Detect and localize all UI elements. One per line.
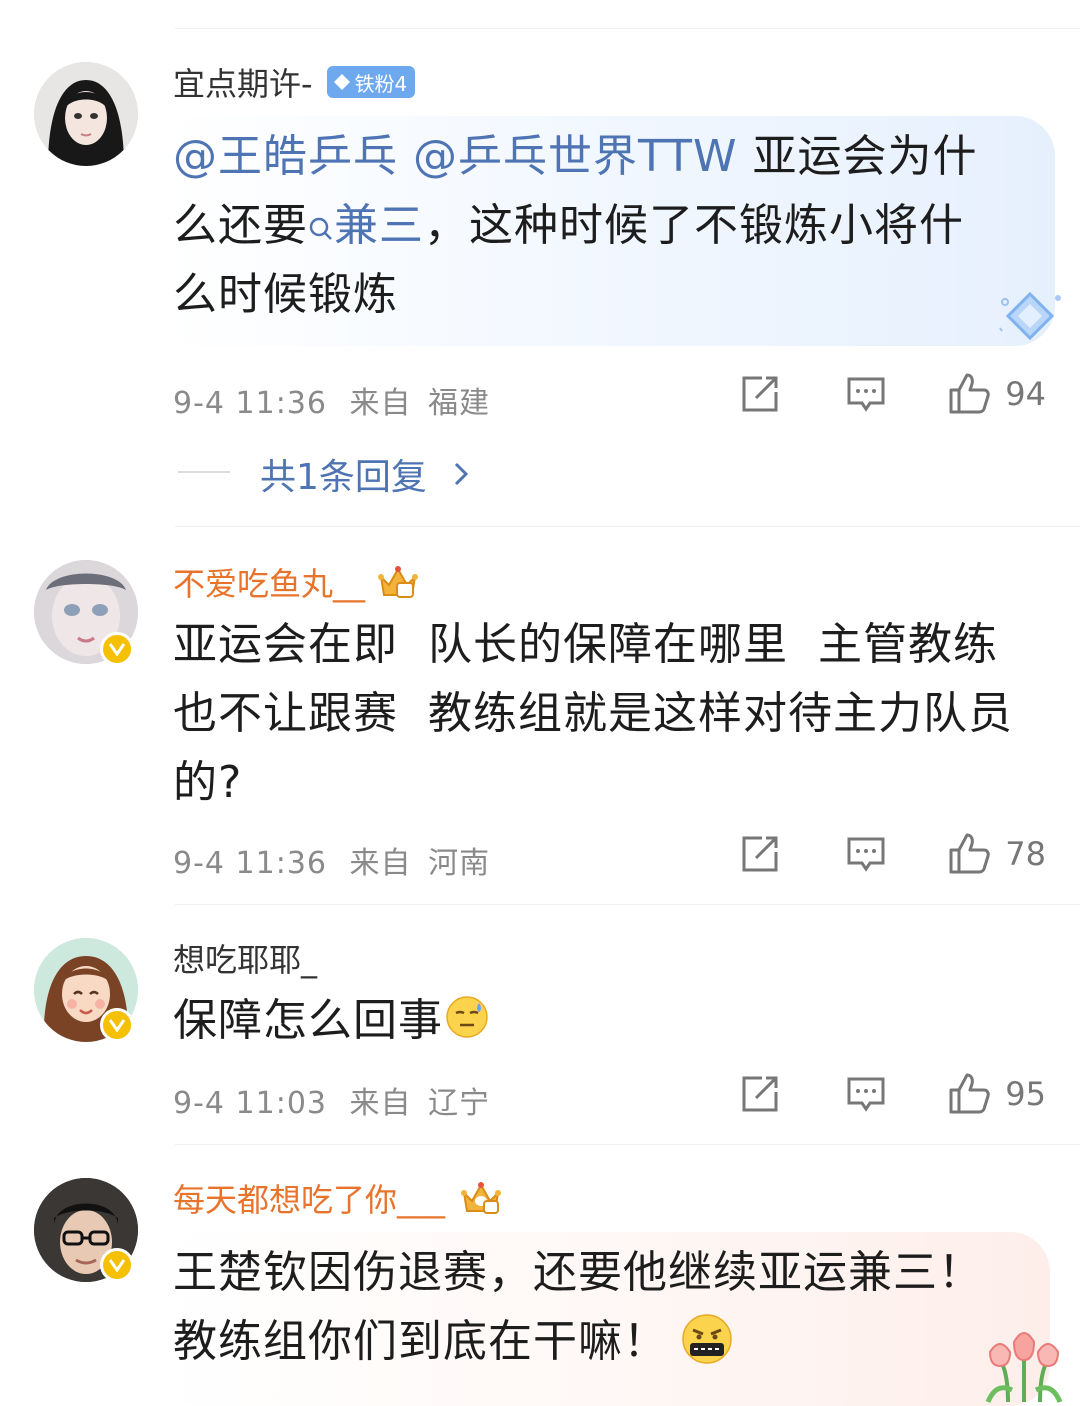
comment-location: 福建	[428, 386, 491, 421]
comment-meta: 9-4 11:36 来自 河南	[173, 838, 490, 882]
fan-badge-label: 铁粉4	[354, 71, 408, 96]
share-button[interactable]	[735, 1074, 785, 1114]
comment-icon	[847, 1077, 885, 1112]
comment-button[interactable]	[841, 374, 891, 414]
comment-divider	[175, 904, 1080, 905]
comment-divider	[175, 526, 1080, 527]
comment-text-line: 教练组你们到底在干嘛！	[173, 1316, 668, 1367]
like-button[interactable]: 95	[947, 1072, 1046, 1116]
comment-button[interactable]	[841, 834, 891, 874]
comment-meta: 9-4 11:36 来自 福建	[173, 378, 490, 422]
comment-text-line: 也不让跟赛 教练组就是这样对待主力队员	[173, 688, 1013, 739]
crown-icon	[378, 566, 419, 598]
comment-icon	[847, 837, 885, 872]
diamond-icon	[333, 74, 350, 90]
from-label: 来自	[349, 386, 412, 421]
like-icon	[949, 833, 991, 874]
comment-icon	[847, 377, 885, 412]
like-count: 78	[1005, 835, 1046, 873]
username[interactable]: 宜点期许-	[173, 59, 313, 105]
user-name-row: 每天都想吃了你___	[173, 1176, 505, 1220]
comment-text-segment: ，这种时候了不锻炼小将什	[424, 200, 964, 251]
view-replies-link[interactable]: 共1条回复	[260, 448, 469, 500]
avatar[interactable]	[34, 62, 138, 166]
comment-text-line: 亚运会在即 队长的保障在哪里 主管教练	[173, 619, 998, 670]
cursing-face-emoji-icon	[682, 1314, 732, 1364]
verified-icon	[100, 632, 134, 666]
comment-text: 王楚钦因伤退赛，还要他继续亚运兼三！ 教练组你们到底在干嘛！	[173, 1238, 1053, 1376]
comment-actions: 78	[735, 832, 1046, 876]
search-icon	[309, 217, 332, 240]
from-label: 来自	[349, 1086, 412, 1121]
username[interactable]: 不爱吃鱼丸__	[173, 559, 365, 605]
crown-icon	[461, 1182, 502, 1214]
user-name-row: 不爱吃鱼丸__	[173, 560, 419, 604]
comment-actions: 95	[735, 1072, 1046, 1116]
mention-link[interactable]: @乒乓世界TTW	[413, 131, 738, 182]
comment-text: @王皓乒乓 @乒乓世界TTW 亚运会为什 么还要 兼三，这种时候了不锻炼小将什 么…	[173, 122, 1053, 329]
comment-text-line: 保障怎么回事	[173, 995, 443, 1046]
share-icon	[742, 1076, 778, 1112]
comment-text-segment: 亚运会为什	[752, 131, 978, 182]
chevron-right-icon	[454, 462, 469, 486]
comment-time: 9-4 11:36	[173, 846, 327, 881]
share-icon	[742, 376, 778, 412]
user-name-row: 想吃耶耶_	[173, 936, 317, 980]
like-button[interactable]: 94	[947, 372, 1046, 416]
verified-icon	[100, 1248, 134, 1282]
like-count: 94	[1005, 375, 1046, 413]
share-button[interactable]	[735, 834, 785, 874]
comment-text-line: 的?	[173, 757, 243, 808]
verified-icon	[100, 1008, 134, 1042]
fan-badge[interactable]: 铁粉4	[326, 66, 416, 98]
share-button[interactable]	[735, 374, 785, 414]
username[interactable]: 想吃耶耶_	[173, 935, 317, 981]
sweat-smile-emoji-icon	[446, 996, 488, 1038]
like-button[interactable]: 78	[947, 832, 1046, 876]
comment-location: 河南	[428, 846, 491, 881]
replies-divider	[178, 471, 230, 473]
search-link-label: 兼三	[334, 200, 424, 251]
like-icon	[949, 1073, 991, 1114]
comment-text: 亚运会在即 队长的保障在哪里 主管教练 也不让跟赛 教练组就是这样对待主力队员 …	[173, 610, 1053, 817]
comment-meta: 9-4 11:03 来自 辽宁	[173, 1078, 490, 1122]
replies-label: 共1条回复	[260, 457, 427, 498]
like-count: 95	[1005, 1075, 1046, 1113]
username[interactable]: 每天都想吃了你___	[173, 1175, 445, 1221]
top-divider	[175, 28, 1080, 29]
comment-button[interactable]	[841, 1074, 891, 1114]
share-icon	[742, 836, 778, 872]
from-label: 来自	[349, 846, 412, 881]
comment-location: 辽宁	[428, 1086, 491, 1121]
like-icon	[949, 373, 991, 414]
comment-text: 保障怎么回事	[173, 986, 1053, 1055]
comment-time: 9-4 11:36	[173, 386, 327, 421]
comment-text-segment: 么还要	[173, 200, 308, 251]
comment-text-segment: 么时候锻炼	[173, 269, 398, 320]
mention-link[interactable]: @王皓乒乓	[173, 131, 398, 182]
user-name-row: 宜点期许- 铁粉4	[173, 59, 416, 105]
comment-text-line: 王楚钦因伤退赛，还要他继续亚运兼三！	[173, 1247, 983, 1298]
comment-actions: 94	[735, 372, 1046, 416]
comment-time: 9-4 11:03	[173, 1086, 327, 1121]
comment-divider	[175, 1144, 1080, 1145]
search-link[interactable]: 兼三	[308, 200, 424, 251]
